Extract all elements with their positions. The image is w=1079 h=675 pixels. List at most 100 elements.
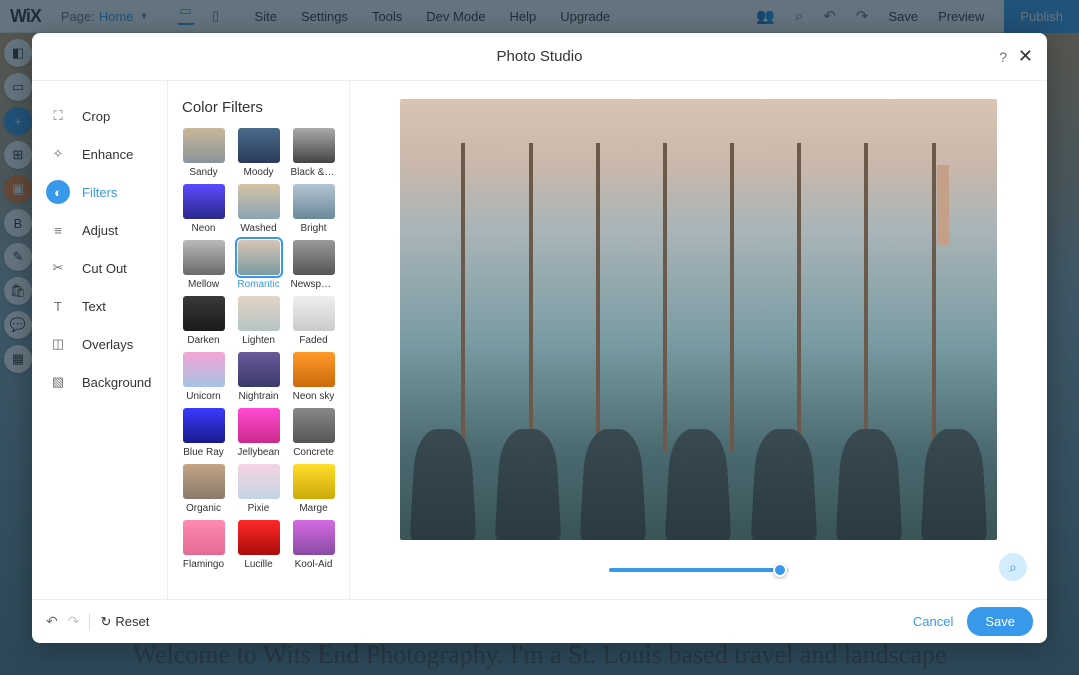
help-icon[interactable]: ? (999, 49, 1007, 65)
filter-label: Washed (240, 223, 276, 234)
modal-header: Photo Studio ? ✕ (32, 33, 1047, 81)
filter-unicorn[interactable]: Unicorn (180, 352, 227, 402)
filter-thumb (183, 240, 225, 275)
filter-label: Jellybean (237, 447, 279, 458)
filter-black[interactable]: Black & … (290, 128, 337, 178)
filter-label: Black & … (291, 167, 337, 178)
filter-mellow[interactable]: Mellow (180, 240, 227, 290)
filter-thumb (293, 128, 335, 163)
filters-title: Color Filters (182, 99, 337, 116)
filter-darken[interactable]: Darken (180, 296, 227, 346)
filter-thumb (293, 408, 335, 443)
crop-icon: ⛶ (46, 104, 70, 128)
filter-thumb (293, 184, 335, 219)
filter-label: Faded (299, 335, 327, 346)
filter-concrete[interactable]: Concrete (290, 408, 337, 458)
filter-moody[interactable]: Moody (235, 128, 282, 178)
tool-label: Adjust (82, 223, 118, 238)
preview-image[interactable] (400, 99, 997, 540)
enhance-icon: ✧ (46, 142, 70, 166)
filter-grid: Sandy Moody Black & … Neon Washed Bright Mello… (180, 128, 337, 570)
filter-thumb (183, 408, 225, 443)
filter-label: Kool-Aid (295, 559, 333, 570)
reset-button[interactable]: ↻Reset (100, 614, 149, 630)
filter-neon[interactable]: Neon (180, 184, 227, 234)
tool-filters[interactable]: ◐ Filters (32, 175, 167, 209)
background-icon: ▧ (46, 370, 70, 394)
zoom-icon[interactable]: ⌕ (999, 553, 1027, 581)
filter-flamingo[interactable]: Flamingo (180, 520, 227, 570)
tool-enhance[interactable]: ✧ Enhance (32, 137, 167, 171)
filters-icon: ◐ (46, 180, 70, 204)
tool-adjust[interactable]: ≡ Adjust (32, 213, 167, 247)
filter-label: Mellow (188, 279, 219, 290)
tool-label: Enhance (82, 147, 133, 162)
filter-label: Darken (187, 335, 219, 346)
filter-label: Blue Ray (183, 447, 224, 458)
modal-footer: ↶ ↷ ↻Reset Cancel Save (32, 599, 1047, 643)
tool-crop[interactable]: ⛶Crop (32, 99, 167, 133)
filter-label: Unicorn (186, 391, 220, 402)
reset-icon: ↻ (100, 614, 111, 630)
filter-label: Flamingo (183, 559, 224, 570)
tool-label: Background (82, 375, 151, 390)
filter-jellybean[interactable]: Jellybean (235, 408, 282, 458)
filter-thumb (238, 128, 280, 163)
filter-lucille[interactable]: Lucille (235, 520, 282, 570)
tool-cutout[interactable]: ✂ Cut Out (32, 251, 167, 285)
filter-romantic[interactable]: Romantic (235, 240, 282, 290)
filter-label: Pixie (248, 503, 270, 514)
filter-newspa[interactable]: Newspa… (290, 240, 337, 290)
cancel-button[interactable]: Cancel (913, 614, 953, 629)
filter-label: Sandy (189, 167, 217, 178)
intensity-slider[interactable] (609, 568, 789, 572)
filter-thumb (238, 520, 280, 555)
filter-thumb (183, 520, 225, 555)
filter-koolaid[interactable]: Kool-Aid (290, 520, 337, 570)
filter-thumb (238, 240, 280, 275)
tool-overlays[interactable]: ◫Overlays (32, 327, 167, 361)
save-button[interactable]: Save (967, 607, 1033, 636)
close-icon[interactable]: ✕ (1018, 46, 1033, 67)
slider-fill (609, 568, 780, 572)
image-detail (400, 297, 997, 540)
filter-label: Concrete (293, 447, 334, 458)
tool-label: Cut Out (82, 261, 127, 276)
filter-label: Neon (192, 223, 216, 234)
filter-thumb (293, 352, 335, 387)
undo-icon[interactable]: ↶ (46, 613, 58, 630)
slider-thumb[interactable] (773, 563, 787, 577)
footer-left: ↶ ↷ ↻Reset (46, 613, 149, 631)
filter-bright[interactable]: Bright (290, 184, 337, 234)
filter-blueray[interactable]: Blue Ray (180, 408, 227, 458)
tool-background[interactable]: ▧ Background (32, 365, 167, 399)
filter-washed[interactable]: Washed (235, 184, 282, 234)
modal-body: ⛶Crop ✧ Enhance ◐ Filters ≡ Adjust ✂ Cut Out T Tex… (32, 81, 1047, 599)
modal-title: Photo Studio (497, 48, 583, 65)
filter-lighten[interactable]: Lighten (235, 296, 282, 346)
filter-nightrain[interactable]: Nightrain (235, 352, 282, 402)
filter-organic[interactable]: Organic (180, 464, 227, 514)
filter-thumb (183, 464, 225, 499)
filter-neonsky[interactable]: Neon sky (290, 352, 337, 402)
filter-thumb (183, 296, 225, 331)
filter-pixie[interactable]: Pixie (235, 464, 282, 514)
filter-label: Nightrain (238, 391, 278, 402)
filter-label: Newspa… (291, 279, 337, 290)
divider (89, 613, 90, 631)
tool-text[interactable]: T Text (32, 289, 167, 323)
filters-panel: Color Filters Sandy Moody Black & … Neon Was… (168, 81, 350, 599)
tool-label: Text (82, 299, 106, 314)
text-icon: T (46, 294, 70, 318)
redo-icon[interactable]: ↷ (68, 613, 80, 630)
filter-marge[interactable]: Marge (290, 464, 337, 514)
filter-sandy[interactable]: Sandy (180, 128, 227, 178)
cutout-icon: ✂ (46, 256, 70, 280)
adjust-icon: ≡ (46, 218, 70, 242)
footer-right: Cancel Save (913, 607, 1033, 636)
filter-thumb (238, 184, 280, 219)
tool-label: Filters (82, 185, 117, 200)
filter-label: Organic (186, 503, 221, 514)
filter-faded[interactable]: Faded (290, 296, 337, 346)
preview-area: ⌕ (350, 81, 1047, 599)
